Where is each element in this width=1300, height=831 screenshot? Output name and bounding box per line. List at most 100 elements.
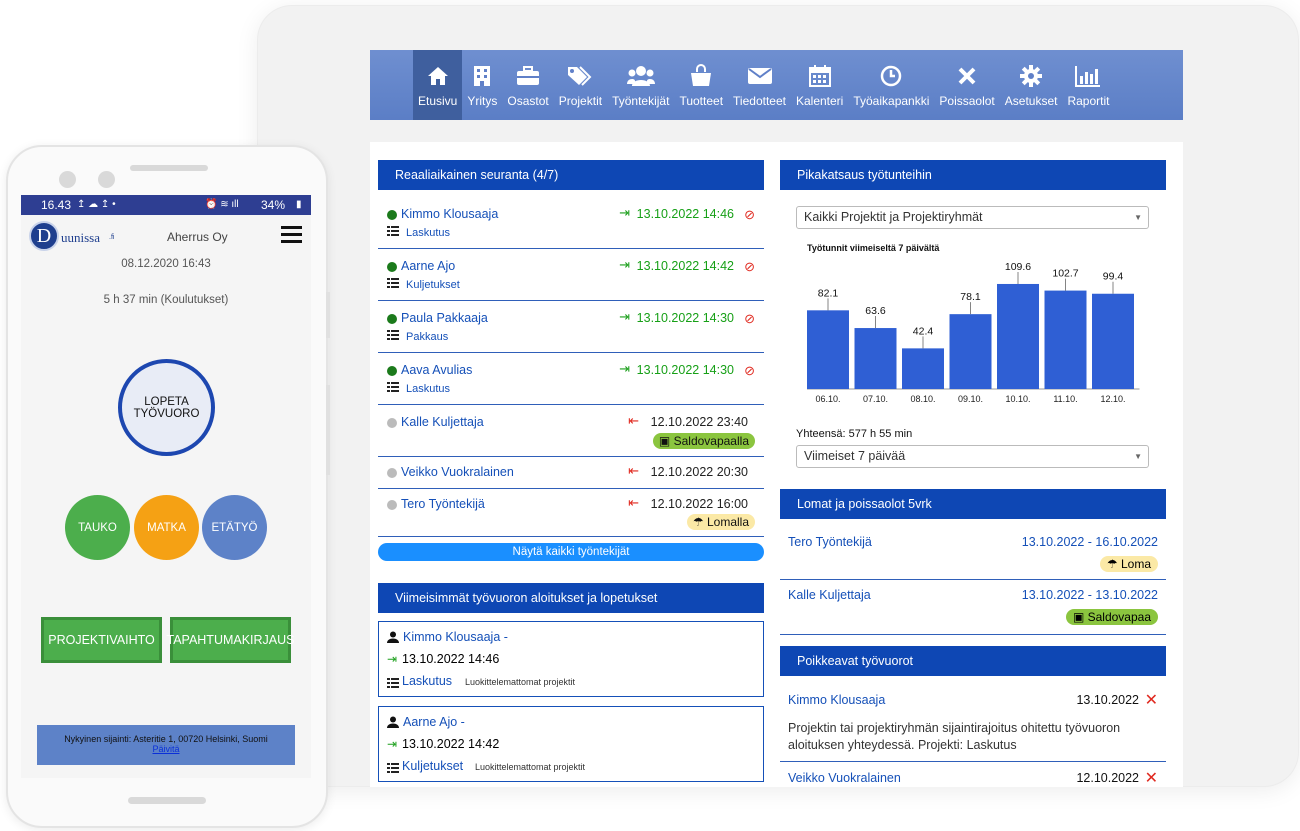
stage: Etusivu Yritys Osastot Projektit Työntek… (0, 0, 1300, 831)
event-log-button[interactable]: TAPAHTUMAKIRJAUS (166, 617, 295, 663)
period-select[interactable]: Viimeiset 7 päivää ▼ (796, 445, 1149, 468)
nav-tyontekijat[interactable]: Työntekijät (607, 50, 674, 120)
chart-bar (902, 348, 944, 389)
nav-label: Työntekijät (612, 94, 670, 108)
refresh-link[interactable]: Päivitä (37, 744, 295, 754)
nav-label: Yritys (467, 94, 498, 108)
status-badge: ☂ Lomalla (686, 514, 755, 530)
nav-label: Osastot (507, 94, 549, 108)
home-bar (128, 797, 206, 804)
chevron-down-icon: ▼ (1134, 452, 1142, 461)
live-row[interactable]: Kalle Kuljettaja ⇤ 12.10.2022 23:40 ▣ Sa… (378, 405, 764, 457)
close-icon[interactable]: ✕ (1145, 768, 1158, 788)
task-name[interactable]: Pakkaus (406, 331, 448, 343)
list-icon (387, 330, 399, 340)
employee-name[interactable]: Kimmo Klousaaja (401, 207, 498, 221)
remote-work-button[interactable]: ETÄTYÖ (202, 495, 267, 560)
users-icon (626, 64, 655, 88)
list-icon (387, 678, 399, 688)
employee-name[interactable]: Aarne Ajo - (403, 715, 465, 729)
task-name[interactable]: Laskutus (406, 383, 450, 395)
deviant-date: 12.10.2022 (1076, 771, 1139, 785)
offline-dot (387, 418, 397, 428)
hamburger-menu-icon[interactable] (281, 224, 302, 245)
home-icon (427, 64, 449, 88)
select-value: Kaikki Projektit ja Projektiryhmät (804, 210, 983, 224)
bar-chart-icon (1075, 64, 1101, 88)
nav-asetukset[interactable]: Asetukset (1000, 50, 1063, 120)
status-bar: 16.43 ↥ ☁ ↥ • ⏰ ≋ ıll 34% ▮ (21, 195, 311, 215)
show-all-employees-button[interactable]: Näytä kaikki työntekijät (378, 543, 764, 561)
event-time: 13.10.2022 14:30 (636, 363, 734, 377)
task-name[interactable]: Kuljetukset (406, 279, 460, 291)
task-name[interactable]: Laskutus (406, 227, 450, 239)
absence-row: Tero Työntekijä 13.10.2022 - 16.10.2022 … (780, 525, 1166, 580)
project-filter-select[interactable]: Kaikki Projektit ja Projektiryhmät ▼ (796, 206, 1149, 229)
nav-tiedotteet[interactable]: Tiedotteet (728, 50, 791, 120)
live-row[interactable]: Aava Avulias Laskutus ⇥ 13.10.2022 14:30… (378, 353, 764, 405)
power-button (326, 385, 330, 475)
close-icon[interactable]: ✕ (1145, 690, 1158, 710)
travel-button[interactable]: MATKA (134, 495, 199, 560)
hours-chart: Työtunnit viimeiseltä 7 päivältä 82.1 06.… (807, 243, 1140, 404)
live-row[interactable]: Kimmo Klousaaja Laskutus ⇥ 13.10.2022 14… (378, 197, 764, 249)
gear-icon (1020, 64, 1043, 88)
sign-in-icon: ⇥ (387, 737, 398, 751)
project-name[interactable]: Laskutus (402, 674, 452, 688)
nav-kalenteri[interactable]: Kalenteri (791, 50, 848, 120)
employee-name[interactable]: Kalle Kuljettaja (788, 588, 871, 602)
employee-name[interactable]: Aarne Ajo (401, 259, 455, 273)
nav-label: Asetukset (1004, 94, 1058, 108)
employee-name[interactable]: Tero Työntekijä (401, 497, 485, 511)
nav-yritys[interactable]: Yritys (462, 50, 502, 120)
saldo-icon: ▣ (1072, 610, 1088, 624)
nav-label: Tuotteet (679, 94, 724, 108)
project-name[interactable]: Kuljetukset (402, 759, 463, 773)
briefcase-icon (516, 64, 540, 88)
nav-tuotteet[interactable]: Tuotteet (674, 50, 728, 120)
stop-shift-button[interactable]: LOPETA TYÖVUORO (118, 359, 215, 456)
chart-bar (997, 283, 1039, 389)
absence-dates: 13.10.2022 - 16.10.2022 (1021, 535, 1158, 549)
nav-label: Kalenteri (795, 94, 844, 108)
chart-bar (949, 314, 992, 389)
sign-in-icon: ⇥ (619, 361, 630, 376)
nav-etusivu[interactable]: Etusivu (413, 50, 463, 120)
nav-raportit[interactable]: Raportit (1062, 50, 1114, 120)
project-group: Luokittelemattomat projektit (475, 762, 586, 772)
nav-tyoaikapankki[interactable]: Työaikapankki (848, 50, 934, 120)
offline-dot (387, 468, 397, 478)
employee-name[interactable]: Veikko Vuokralainen (401, 465, 514, 479)
employee-name[interactable]: Kimmo Klousaaja (788, 693, 885, 707)
live-row[interactable]: Paula Pakkaaja Pakkaus ⇥ 13.10.2022 14:3… (378, 301, 764, 353)
employee-name[interactable]: Paula Pakkaaja (401, 311, 488, 325)
nav-label: Tiedotteet (733, 94, 786, 108)
employee-name[interactable]: Tero Työntekijä (788, 535, 872, 549)
employee-name[interactable]: Kalle Kuljettaja (401, 415, 484, 429)
live-row[interactable]: Aarne Ajo Kuljetukset ⇥ 13.10.2022 14:42… (378, 249, 764, 301)
select-value: Viimeiset 7 päivää (804, 449, 906, 463)
nav-poissaolot[interactable]: Poissaolot (934, 50, 999, 120)
break-button[interactable]: TAUKO (65, 495, 130, 560)
employee-name[interactable]: Aava Avulias (401, 363, 472, 377)
sign-out-icon: ⇤ (628, 495, 639, 510)
absence-dates: 13.10.2022 - 13.10.2022 (1021, 588, 1158, 602)
ban-icon[interactable]: ⊘ (744, 363, 755, 379)
ban-icon[interactable]: ⊘ (744, 207, 755, 223)
online-dot (387, 262, 397, 272)
ban-icon[interactable]: ⊘ (744, 259, 755, 275)
ban-icon[interactable]: ⊘ (744, 311, 755, 327)
live-row[interactable]: Tero Työntekijä ⇤ 12.10.2022 16:00 ☂ Lom… (378, 489, 764, 537)
battery-level: 34% (261, 198, 286, 212)
nav-projektit[interactable]: Projektit (554, 50, 607, 120)
deviant-date: 13.10.2022 (1076, 693, 1139, 707)
signal-icons: ⏰ ≋ ıll (205, 199, 239, 210)
data-label: 63.6 (865, 305, 886, 317)
nav-osastot[interactable]: Osastot (502, 50, 553, 120)
project-change-button[interactable]: PROJEKTIVAIHTO (41, 617, 162, 663)
badge-label: Lomalla (706, 515, 749, 529)
live-row[interactable]: Veikko Vuokralainen ⇤ 12.10.2022 20:30 (378, 457, 764, 489)
employee-name[interactable]: Kimmo Klousaaja - (403, 630, 508, 644)
camera-icon (59, 171, 76, 188)
employee-name[interactable]: Veikko Vuokralainen (788, 771, 901, 785)
